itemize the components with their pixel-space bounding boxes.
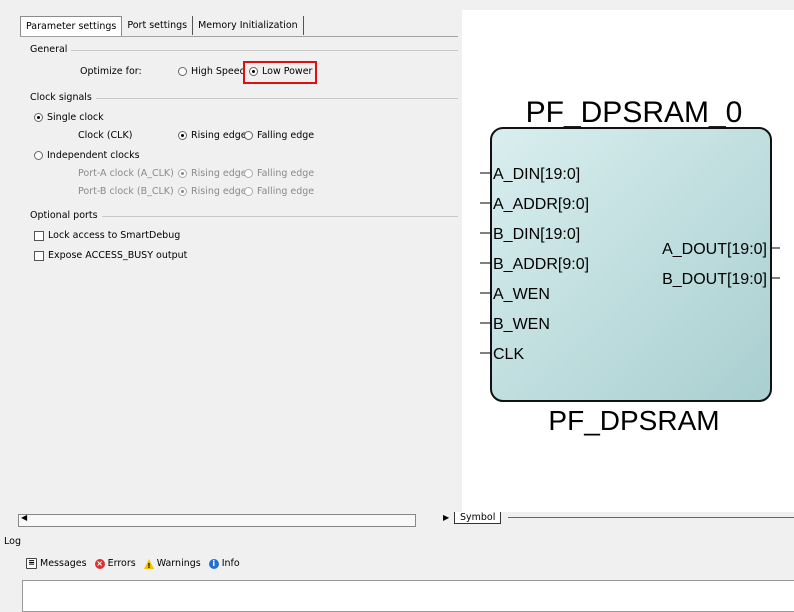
radio-high-speed-label: High Speed [191, 66, 246, 77]
radio-port-a-falling[interactable]: Falling edge [244, 168, 314, 179]
tab-port-settings[interactable]: Port settings [122, 16, 194, 35]
scroll-left-icon[interactable]: ◀ [21, 513, 27, 522]
radio-independent-clocks[interactable]: Independent clocks [34, 150, 140, 161]
messages-icon: ≡ [26, 558, 37, 569]
radio-high-speed-indicator[interactable] [178, 67, 187, 76]
input-port-label: A_WEN [493, 286, 550, 303]
port-a-falling-label: Falling edge [257, 168, 315, 179]
checkbox-expose-busy[interactable]: Expose ACCESS_BUSY output [34, 250, 187, 261]
radio-single-clock-indicator[interactable] [34, 113, 43, 122]
component-name: PF_DPSRAM [548, 405, 719, 436]
radio-high-speed[interactable]: High Speed [178, 66, 246, 77]
horizontal-scrollbar[interactable]: ◀ [18, 513, 416, 527]
warnings-label: Warnings [156, 558, 201, 569]
radio-clk-rising[interactable]: Rising edge [178, 130, 247, 141]
section-clock-signals: Clock signals [30, 92, 458, 104]
bottom-scroll-row: ◀ ▶ Symbol [18, 512, 794, 528]
info-icon: i [208, 558, 219, 569]
log-panel: Log ≡ Messages × Errors ! Warnings i Inf… [0, 528, 794, 612]
section-optional-label: Optional ports [30, 210, 102, 221]
log-title: Log [4, 536, 21, 547]
section-optional-ports: Optional ports [30, 210, 458, 222]
log-output[interactable] [22, 580, 794, 612]
symbol-pane: PF_DPSRAM_0 A_DIN[19:0] A_ADDR[9:0] B_DIN[… [462, 10, 794, 512]
radio-clk-falling-indicator[interactable] [244, 131, 253, 140]
section-clock-label: Clock signals [30, 92, 96, 103]
input-port-label: B_ADDR[9:0] [493, 256, 589, 273]
radio-independent-indicator[interactable] [34, 151, 43, 160]
errors-label: Errors [107, 558, 136, 569]
radio-port-b-falling-indicator[interactable] [244, 187, 253, 196]
error-icon: × [94, 558, 105, 569]
clk-falling-label: Falling edge [257, 130, 315, 141]
parameter-panel: Parameter settings Port settings Memory … [18, 10, 458, 514]
warning-icon: ! [143, 558, 154, 570]
section-general: General [30, 44, 458, 56]
config-tabs: Parameter settings Port settings Memory … [20, 16, 304, 36]
radio-port-b-rising[interactable]: Rising edge [178, 186, 247, 197]
tab-info[interactable]: i Info [208, 558, 240, 569]
port-b-clock-label: Port-B clock (B_CLK) [78, 186, 174, 197]
input-port-label: B_DIN[19:0] [493, 226, 580, 243]
radio-single-clock[interactable]: Single clock [34, 112, 104, 123]
input-port-label: B_WEN [493, 316, 550, 333]
independent-clocks-label: Independent clocks [47, 150, 140, 161]
info-label: Info [221, 558, 240, 569]
tab-warnings[interactable]: ! Warnings [143, 558, 201, 570]
radio-clk-falling[interactable]: Falling edge [244, 130, 314, 141]
port-a-rising-label: Rising edge [191, 168, 247, 179]
busy-checkbox[interactable] [34, 250, 44, 261]
highlight-box [243, 61, 317, 84]
output-port-label: A_DOUT[19:0] [662, 241, 767, 258]
radio-clk-rising-indicator[interactable] [178, 131, 187, 140]
clk-rising-label: Rising edge [191, 130, 247, 141]
radio-port-a-rising[interactable]: Rising edge [178, 168, 247, 179]
port-b-falling-label: Falling edge [257, 186, 315, 197]
clk-label: Clock (CLK) [78, 130, 133, 141]
radio-port-a-falling-indicator[interactable] [244, 169, 253, 178]
section-general-label: General [30, 44, 72, 55]
log-tabs: ≡ Messages × Errors ! Warnings i Info [26, 558, 248, 570]
messages-label: Messages [40, 558, 87, 569]
tab-memory-initialization[interactable]: Memory Initialization [193, 16, 304, 35]
single-clock-label: Single clock [47, 112, 104, 123]
optimize-label: Optimize for: [80, 66, 142, 77]
instance-name: PF_DPSRAM_0 [526, 96, 743, 129]
lock-label: Lock access to SmartDebug [48, 230, 181, 241]
radio-port-b-falling[interactable]: Falling edge [244, 186, 314, 197]
checkbox-lock-smartdebug[interactable]: Lock access to SmartDebug [34, 230, 180, 241]
symbol-drawing: PF_DPSRAM_0 A_DIN[19:0] A_ADDR[9:0] B_DIN[… [480, 96, 780, 436]
input-port-label: A_DIN[19:0] [493, 166, 580, 183]
input-port-label: A_ADDR[9:0] [493, 196, 589, 213]
radio-port-a-rising-indicator[interactable] [178, 169, 187, 178]
tabs-divider [20, 36, 458, 37]
port-a-clock-label: Port-A clock (A_CLK) [78, 168, 174, 179]
lock-checkbox[interactable] [34, 230, 44, 241]
output-port-label: B_DOUT[19:0] [662, 271, 767, 288]
svg-text:!: ! [147, 562, 150, 569]
symbol-tab-label: Symbol [454, 512, 502, 524]
tab-symbol[interactable]: Symbol [454, 512, 502, 526]
busy-label: Expose ACCESS_BUSY output [48, 250, 188, 261]
tab-parameter-settings[interactable]: Parameter settings [20, 16, 123, 36]
tab-messages[interactable]: ≡ Messages [26, 558, 87, 569]
tab-errors[interactable]: × Errors [94, 558, 136, 569]
scroll-right-icon[interactable]: ▶ [443, 513, 449, 522]
port-b-rising-label: Rising edge [191, 186, 247, 197]
radio-port-b-rising-indicator[interactable] [178, 187, 187, 196]
input-port-label: CLK [493, 346, 524, 363]
